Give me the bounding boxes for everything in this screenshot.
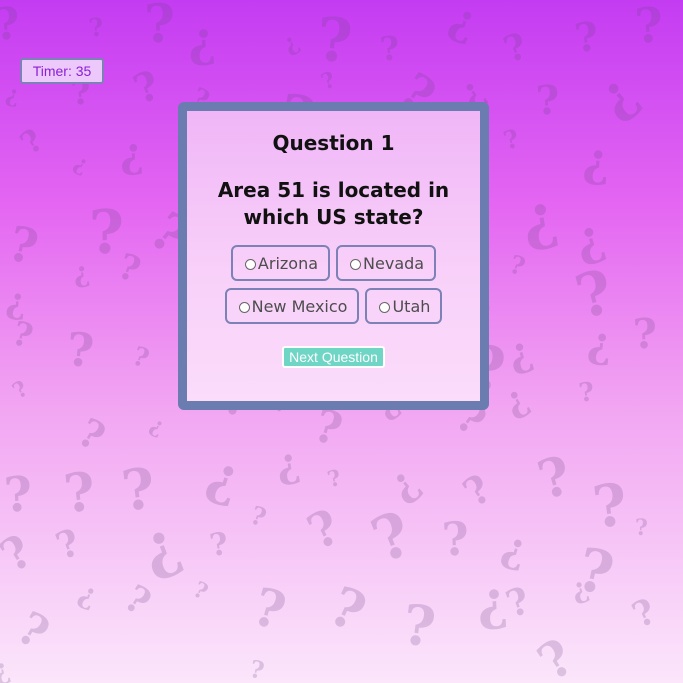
question-text: Area 51 is located in which US state?	[217, 178, 450, 229]
question-mark-glyph: ?	[112, 245, 146, 292]
radio-unchecked-icon[interactable]	[244, 258, 256, 270]
question-mark-glyph: ?	[455, 465, 500, 517]
question-mark-glyph: ?	[7, 313, 38, 356]
question-mark-glyph: ?	[626, 590, 663, 637]
question-mark-glyph: ?	[500, 123, 523, 156]
radio-unchecked-icon[interactable]	[238, 301, 250, 313]
question-mark-glyph: ?	[498, 24, 533, 72]
question-mark-glyph: ?	[632, 309, 658, 359]
question-mark-glyph: ?	[440, 511, 471, 567]
question-mark-glyph: ?	[531, 443, 579, 513]
radio-unchecked-icon[interactable]	[350, 258, 362, 270]
question-mark-glyph: ?	[324, 464, 345, 494]
question-mark-glyph: ?	[128, 341, 153, 375]
quiz-card: Question 1 Area 51 is located in which U…	[178, 102, 489, 410]
question-mark-glyph: ?	[299, 498, 349, 562]
question-mark-glyph: ?	[49, 519, 86, 569]
question-mark-glyph: ¿	[378, 456, 428, 510]
next-question-button[interactable]: Next Question	[282, 346, 385, 368]
question-mark-glyph: ¿	[442, 0, 485, 49]
question-mark-glyph: ?	[633, 0, 666, 55]
question-mark-glyph: ¿	[130, 506, 190, 587]
question-mark-glyph: ?	[0, 0, 22, 52]
question-mark-glyph: ?	[570, 533, 620, 610]
timer-value: 35	[75, 63, 92, 79]
question-mark-glyph: ?	[70, 409, 113, 461]
answer-label: Nevada	[363, 253, 425, 273]
question-mark-glyph: ¿	[584, 61, 649, 129]
answer-row: Arizona Nevada	[230, 245, 437, 281]
question-mark-glyph: ¿	[496, 521, 534, 575]
question-mark-glyph: ¿	[475, 569, 510, 633]
answer-option-nevada[interactable]: Nevada	[336, 245, 437, 281]
question-mark-glyph: ?	[399, 591, 440, 660]
question-mark-glyph: ?	[527, 626, 585, 683]
question-mark-glyph: ?	[320, 573, 376, 645]
question-mark-glyph: ¿	[496, 376, 535, 424]
question-mark-glyph: ?	[118, 455, 159, 525]
question-mark-glyph: ¿	[145, 411, 170, 441]
answer-option-new-mexico[interactable]: New Mexico	[224, 288, 360, 324]
question-mark-glyph: ?	[207, 525, 231, 565]
question-mark-glyph: ?	[577, 377, 597, 409]
question-mark-glyph: ?	[246, 575, 293, 644]
question-mark-glyph: ?	[635, 515, 648, 541]
question-mark-glyph: ?	[188, 576, 212, 606]
question-mark-glyph: ¿	[276, 26, 304, 59]
answer-label: Arizona	[257, 253, 319, 273]
question-mark-glyph: ?	[65, 322, 96, 378]
question-mark-glyph: ?	[13, 122, 51, 162]
question-mark-glyph: ?	[500, 577, 536, 627]
question-mark-glyph: ?	[116, 575, 159, 625]
question-mark-glyph: ?	[246, 500, 270, 533]
question-mark-glyph: ?	[362, 497, 422, 578]
question-mark-glyph: ?	[87, 12, 106, 43]
question-mark-glyph: ¿	[567, 208, 611, 270]
question-mark-glyph: ?	[314, 4, 355, 78]
timer-display: Timer: 35	[20, 58, 104, 84]
question-mark-glyph: ¿	[200, 442, 249, 512]
question-mark-glyph: ¿	[3, 79, 22, 110]
question-mark-glyph: ¿	[516, 180, 563, 256]
question-mark-glyph: ¿	[4, 280, 29, 323]
question-mark-glyph: ¿	[566, 570, 593, 607]
question-mark-glyph: ?	[0, 524, 42, 583]
question-mark-glyph: ?	[88, 197, 125, 269]
question-mark-glyph: ?	[127, 61, 167, 114]
question-mark-glyph: ?	[2, 215, 44, 277]
answer-option-arizona[interactable]: Arizona	[230, 245, 331, 281]
question-mark-glyph: ?	[378, 28, 402, 69]
answer-label: New Mexico	[251, 296, 348, 316]
answer-row: New Mexico Utah	[224, 288, 443, 324]
answer-label: Utah	[392, 296, 431, 316]
question-mark-glyph: ¿	[69, 149, 94, 179]
question-mark-glyph: ?	[8, 600, 59, 661]
answer-options: Arizona Nevada New Mexico Utah	[187, 245, 480, 324]
question-mark-glyph: ¿	[581, 132, 612, 188]
question-mark-glyph: ?	[60, 460, 99, 526]
question-mark-glyph: ?	[571, 12, 602, 63]
question-mark-glyph: ¿	[272, 438, 303, 489]
question-mark-glyph: ?	[317, 66, 340, 96]
question-mark-glyph: ¿	[70, 255, 92, 290]
answer-option-utah[interactable]: Utah	[365, 288, 443, 324]
question-mark-glyph: ?	[7, 375, 33, 405]
question-mark-glyph: ?	[143, 0, 176, 56]
radio-unchecked-icon[interactable]	[379, 301, 391, 313]
question-mark-glyph: ¿	[585, 316, 616, 369]
question-mark-glyph: ¿	[501, 326, 538, 379]
question-mark-glyph: ?	[568, 256, 621, 334]
question-mark-glyph: ¿	[187, 11, 218, 69]
question-mark-glyph: ¿	[119, 128, 145, 178]
timer-label: Timer:	[32, 63, 72, 79]
question-mark-glyph: ?	[2, 466, 34, 524]
question-mark-glyph: ¿	[74, 575, 103, 613]
question-mark-glyph: ?	[534, 76, 561, 125]
question-mark-glyph: ¿	[0, 651, 14, 683]
question-mark-glyph: ?	[247, 653, 267, 683]
question-number-title: Question 1	[272, 131, 395, 155]
question-mark-glyph: ?	[506, 249, 529, 282]
question-mark-glyph: ?	[588, 470, 632, 542]
